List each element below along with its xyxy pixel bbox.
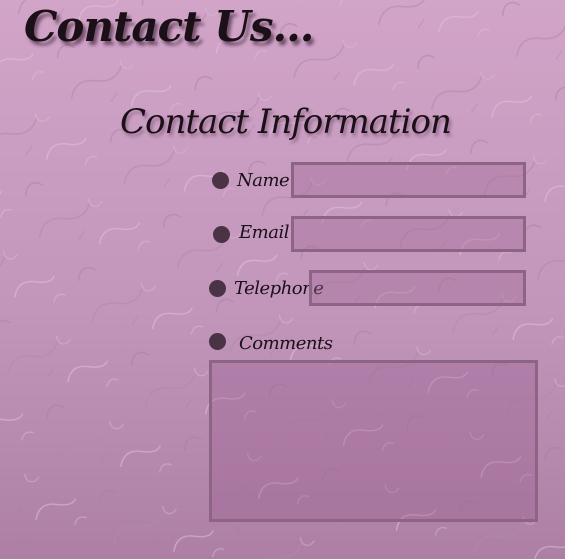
name-label: Name (237, 170, 290, 191)
comments-label: Comments (239, 333, 333, 354)
bullet-icon (209, 333, 226, 350)
bullet-icon (209, 280, 226, 297)
email-label: Email (239, 222, 289, 243)
telephone-field[interactable] (309, 270, 526, 306)
email-field[interactable] (291, 216, 526, 252)
name-field[interactable] (291, 162, 526, 198)
bullet-icon (212, 172, 229, 189)
comments-field[interactable] (209, 360, 538, 522)
page-title: Contact Us... (24, 2, 314, 51)
bullet-icon (213, 226, 230, 243)
contact-information-heading: Contact Information (120, 102, 452, 142)
